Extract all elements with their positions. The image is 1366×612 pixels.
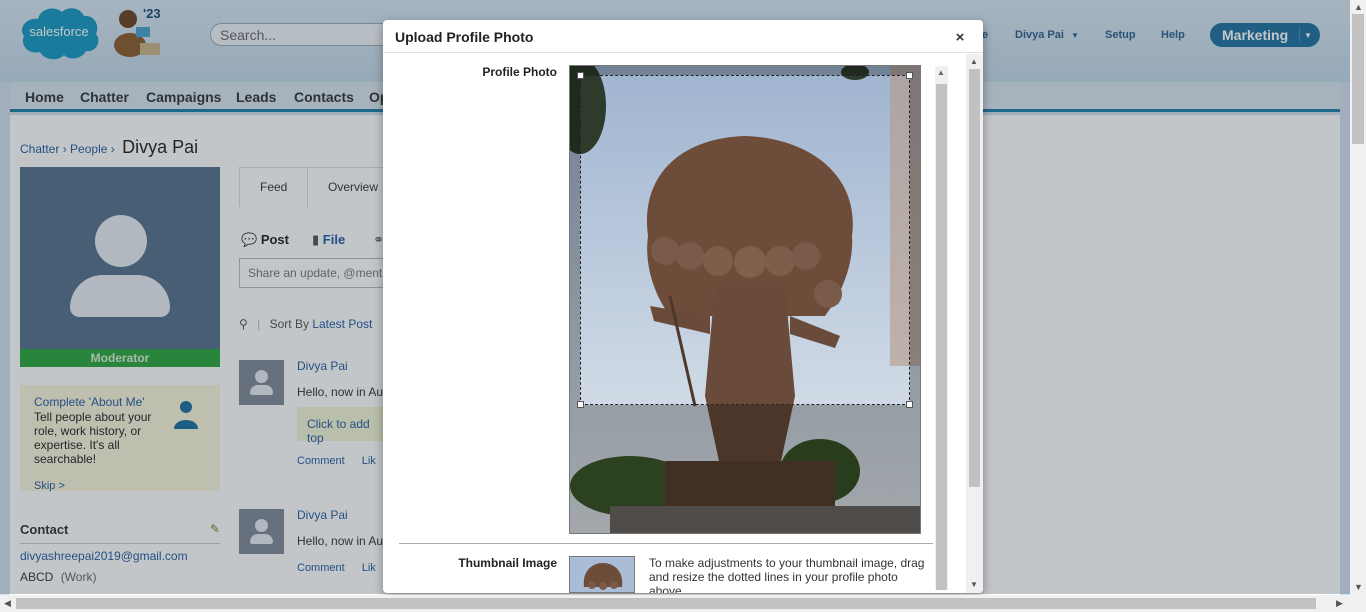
dialog-title: Upload Profile Photo xyxy=(395,29,534,45)
scrollbar-thumb[interactable] xyxy=(936,84,947,590)
crop-handle[interactable] xyxy=(906,401,913,408)
thumbnail-image xyxy=(570,557,634,592)
page-horizontal-scrollbar[interactable]: ◀ ▶ xyxy=(0,595,1366,612)
scroll-up-icon[interactable]: ▲ xyxy=(937,68,945,77)
scrollbar-thumb[interactable] xyxy=(1352,14,1364,144)
divider xyxy=(399,543,933,544)
scrollbar-thumb[interactable] xyxy=(969,69,980,487)
photo-scrollbar[interactable]: ▲ xyxy=(935,66,948,590)
scroll-up-icon[interactable]: ▲ xyxy=(970,57,978,66)
thumbnail-hint: To make adjustments to your thumbnail im… xyxy=(649,556,925,593)
thumbnail-label: Thumbnail Image xyxy=(458,556,557,570)
scroll-right-icon[interactable]: ▶ xyxy=(1336,598,1343,609)
scroll-down-icon[interactable]: ▼ xyxy=(970,580,978,589)
upload-photo-dialog: Upload Profile Photo × Profile Photo Thu… xyxy=(383,20,983,593)
scroll-up-icon[interactable]: ▲ xyxy=(1354,2,1363,12)
crop-selection[interactable] xyxy=(577,72,913,408)
page-vertical-scrollbar[interactable]: ▲ ▼ xyxy=(1350,0,1366,595)
profile-photo-preview[interactable] xyxy=(569,65,921,534)
scrollbar-thumb[interactable] xyxy=(16,598,1316,609)
crop-handle[interactable] xyxy=(906,72,913,79)
scroll-left-icon[interactable]: ◀ xyxy=(4,598,11,609)
scroll-down-icon[interactable]: ▼ xyxy=(1354,582,1363,592)
dialog-scrollbar[interactable]: ▲ ▼ xyxy=(966,54,983,593)
profile-photo-label: Profile Photo xyxy=(482,65,557,79)
crop-handle[interactable] xyxy=(577,72,584,79)
thumbnail-preview xyxy=(569,556,635,593)
crop-handle[interactable] xyxy=(577,401,584,408)
close-icon[interactable]: × xyxy=(952,30,968,46)
divider xyxy=(383,52,983,53)
